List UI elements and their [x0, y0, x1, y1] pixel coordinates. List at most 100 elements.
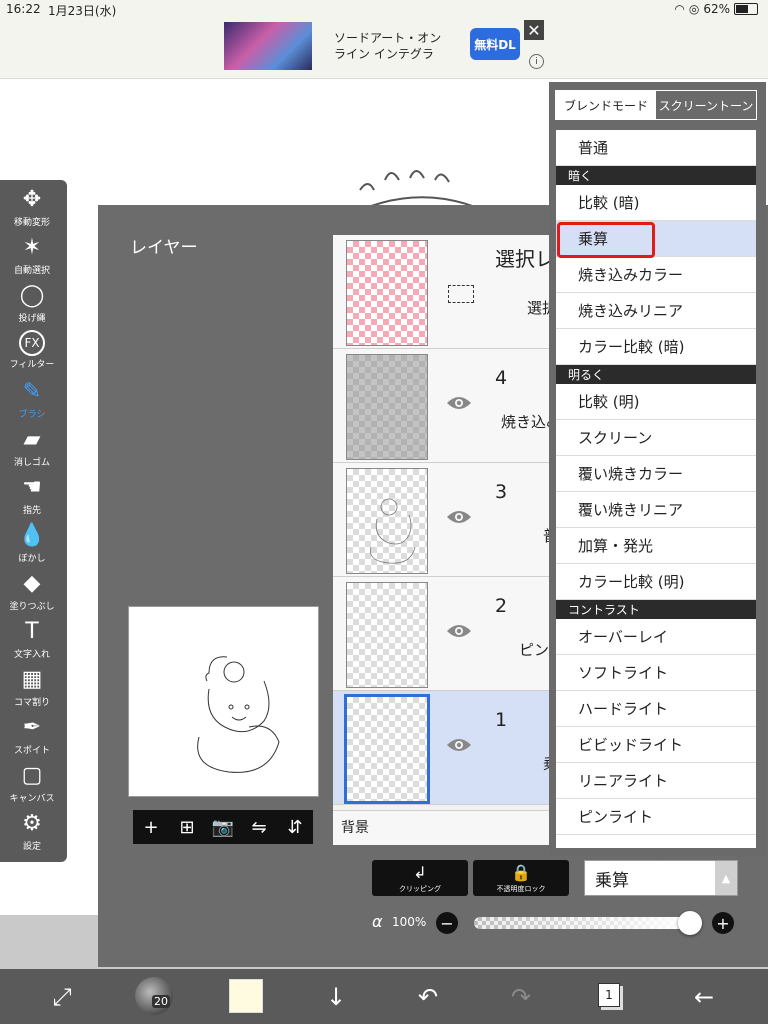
tool-canvas[interactable]: ▢ キャンバス	[0, 762, 64, 810]
tool-fx[interactable]: FX フィルター	[0, 330, 64, 378]
blend-mode-option[interactable]: 焼き込みカラー	[556, 257, 756, 293]
canvas-icon: ▢	[21, 763, 43, 788]
blend-mode-option[interactable]: ハードライト	[556, 691, 756, 727]
eye-icon[interactable]	[446, 507, 472, 527]
ad-title[interactable]: ソードアート・オンライン インテグラ	[328, 28, 458, 66]
ad-image[interactable]	[224, 22, 312, 70]
tool-finger[interactable]: ☚ 指先	[0, 474, 64, 522]
layer-thumbnail[interactable]	[346, 354, 428, 460]
redo-icon[interactable]: ↷	[505, 981, 537, 1013]
tool-brush[interactable]: ✎ ブラシ	[0, 378, 64, 426]
blend-section-header: コントラスト	[556, 600, 756, 619]
alpha-lock-button[interactable]: 🔒 不透明度ロック	[473, 860, 569, 896]
clipping-icon: ↲	[413, 862, 427, 882]
tab-blend-mode[interactable]: ブレンドモード	[556, 91, 656, 119]
transform-icon[interactable]: ⤢	[46, 981, 78, 1013]
blend-mode-option[interactable]: リニアライト	[556, 763, 756, 799]
ad-info-icon[interactable]: i	[529, 54, 544, 69]
rotation-lock-icon: ◎	[688, 2, 700, 16]
undo-icon[interactable]: ↶	[412, 981, 444, 1013]
wifi-icon: ◠	[674, 2, 685, 16]
layer-thumbnail[interactable]	[346, 240, 428, 346]
opacity-increase-icon[interactable]: +	[712, 912, 734, 934]
tool-move[interactable]: ✥ 移動変形	[0, 186, 64, 234]
opacity-slider-knob[interactable]	[678, 911, 702, 935]
tool-blur[interactable]: 💧 ぼかし	[0, 522, 64, 570]
add-folder-icon[interactable]: ⊞	[173, 813, 201, 841]
layer-row[interactable]: 選択レ 選択	[333, 235, 563, 349]
selection-icon	[448, 285, 474, 303]
blend-mode-option[interactable]: オーバーレイ	[556, 619, 756, 655]
eyedropper-icon: ✒	[22, 715, 42, 740]
tool-text[interactable]: T 文字入れ	[0, 618, 64, 666]
settings-icon: ⚙	[22, 811, 42, 836]
layer-list[interactable]: 選択レ選択4焼き込み3普 2 ピン 1乗	[333, 235, 563, 845]
tool-eyedropper[interactable]: ✒ スポイト	[0, 714, 64, 762]
ad-close-icon[interactable]: ✕	[524, 20, 544, 40]
finger-icon: ☚	[22, 475, 42, 500]
tool-frame[interactable]: ▦ コマ割り	[0, 666, 64, 714]
dropdown-arrow-icon: ▲	[715, 861, 737, 895]
clipping-button[interactable]: ↲ クリッピング	[372, 860, 468, 896]
tool-settings[interactable]: ⚙ 設定	[0, 810, 64, 858]
tab-screentone[interactable]: スクリーントーン	[656, 91, 756, 119]
eye-icon[interactable]	[446, 735, 472, 755]
blend-mode-option[interactable]: ソフトライト	[556, 655, 756, 691]
opacity-decrease-icon[interactable]: −	[436, 912, 458, 934]
layer-row[interactable]: 4 焼き込み	[333, 349, 563, 463]
status-time: 16:22	[6, 2, 41, 16]
ad-banner[interactable]: ソードアート・オンライン インテグラ 無料DL ✕ i	[0, 20, 768, 79]
blend-mode-option[interactable]: 普通	[556, 130, 756, 166]
tool-label: 塗りつぶし	[9, 602, 55, 612]
tool-label: ブラシ	[18, 410, 46, 420]
tool-eraser[interactable]: ▰ 消しゴム	[0, 426, 64, 474]
bottom-toolbar: ⤢ 20 ↓ ↶ ↷ 1 ←	[0, 969, 768, 1024]
background-layer-row[interactable]: 背景	[333, 810, 563, 845]
blend-mode-option[interactable]: ビビッドライト	[556, 727, 756, 763]
layer-row[interactable]: 3普	[333, 463, 563, 577]
alpha-symbol: α	[372, 912, 383, 931]
blend-section-header: 明るく	[556, 365, 756, 384]
tool-lasso[interactable]: ◯ 投げ縄	[0, 282, 64, 330]
tool-fill[interactable]: ◆ 塗りつぶし	[0, 570, 64, 618]
blend-mode-option[interactable]: 覆い焼きリニア	[556, 492, 756, 528]
eye-icon[interactable]	[446, 621, 472, 641]
down-arrow-icon[interactable]: ↓	[320, 981, 352, 1013]
eye-icon[interactable]	[446, 393, 472, 413]
add-layer-icon[interactable]: +	[137, 813, 165, 841]
opacity-slider[interactable]	[474, 917, 690, 929]
move-icon: ✥	[22, 187, 42, 212]
layer-thumbnail[interactable]	[346, 582, 428, 688]
blend-mode-option[interactable]: カラー比較 (暗)	[556, 329, 756, 365]
blend-mode-option[interactable]: 比較 (明)	[556, 384, 756, 420]
lasso-icon: ◯	[19, 283, 45, 308]
opacity-value: 100%	[392, 915, 427, 929]
tool-label: コマ割り	[13, 698, 50, 708]
blend-mode-option[interactable]: 覆い焼きカラー	[556, 456, 756, 492]
blend-mode-option[interactable]: 焼き込みリニア	[556, 293, 756, 329]
layers-icon[interactable]: 1	[598, 983, 620, 1007]
layer-thumbnail[interactable]	[346, 468, 428, 574]
blend-mode-option[interactable]: カラー比較 (明)	[556, 564, 756, 600]
tool-label: 投げ縄	[18, 314, 46, 324]
flip-vertical-icon[interactable]: ⇵	[281, 813, 309, 841]
layer-row[interactable]: 1乗	[333, 691, 563, 805]
blur-icon: 💧	[18, 523, 46, 548]
color-swatch[interactable]	[229, 979, 263, 1013]
blend-mode-option[interactable]: 加算・発光	[556, 528, 756, 564]
back-arrow-icon[interactable]: ←	[688, 981, 720, 1013]
layer-number: 選択レ	[495, 247, 555, 271]
layer-thumbnail[interactable]	[344, 694, 430, 804]
blend-mode-option[interactable]: スクリーン	[556, 420, 756, 456]
ad-download-button[interactable]: 無料DL	[470, 28, 520, 60]
blend-mode-option[interactable]: 比較 (暗)	[556, 185, 756, 221]
blend-mode-option[interactable]: ピンライト	[556, 799, 756, 835]
layer-row[interactable]: 2 ピン	[333, 577, 563, 691]
tool-magic-wand[interactable]: ✶ 自動選択	[0, 234, 64, 282]
camera-icon[interactable]: 📷	[209, 813, 237, 841]
fx-icon: FX	[19, 330, 45, 356]
canvas-preview[interactable]	[128, 606, 319, 797]
battery-icon	[734, 3, 758, 15]
blend-mode-select[interactable]: 乗算 ▲	[584, 860, 738, 896]
flip-horizontal-icon[interactable]: ⇋	[245, 813, 273, 841]
